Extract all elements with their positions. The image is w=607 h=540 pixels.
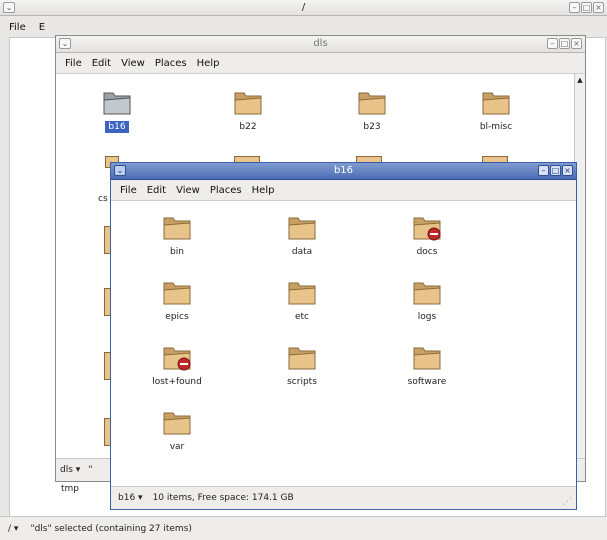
dls-titlebar[interactable]: ⌄ dls – □ × [56, 36, 585, 53]
menu-help[interactable]: Help [197, 58, 220, 69]
menu-edit-partial[interactable]: E [39, 22, 45, 33]
folder-icon [102, 88, 132, 116]
status-text: 10 items, Free space: 174.1 GB [152, 493, 294, 503]
maximize-button[interactable]: □ [559, 38, 570, 49]
location-button[interactable]: / ▾ [8, 524, 18, 534]
root-menubar: File E [0, 17, 607, 37]
folder-item[interactable]: b22 [208, 88, 288, 132]
folder-item[interactable]: lost+found [137, 343, 217, 387]
chevron-down-icon: ▾ [138, 493, 143, 503]
folder-label: logs [417, 312, 437, 322]
folder-icon [357, 88, 387, 116]
folder-label: b22 [239, 122, 257, 132]
menu-view[interactable]: View [176, 185, 200, 196]
minimize-button[interactable]: – [538, 165, 549, 176]
close-button[interactable]: × [593, 2, 604, 13]
folder-item[interactable]: etc [262, 278, 342, 322]
location-button[interactable]: b16 ▾ [118, 493, 143, 503]
location-button[interactable]: dls ▾ [60, 465, 80, 475]
b16-menubar: File Edit View Places Help [111, 180, 576, 201]
close-button[interactable]: × [571, 38, 582, 49]
b16-statusbar: b16 ▾ 10 items, Free space: 174.1 GB ⋰ [111, 486, 576, 509]
folder-label: software [407, 377, 447, 387]
folder-icon [481, 88, 511, 116]
maximize-button[interactable]: □ [550, 165, 561, 176]
dls-menubar: File Edit View Places Help [56, 53, 585, 74]
folder-label-partial: cs [98, 194, 108, 204]
folder-item[interactable]: b23 [332, 88, 412, 132]
folder-label: b16 [105, 121, 129, 133]
folder-item[interactable]: var [137, 408, 217, 452]
b16-titlebar[interactable]: ⌄ b16 – □ × [111, 163, 576, 180]
menu-file[interactable]: File [120, 185, 137, 196]
maximize-button[interactable]: □ [581, 2, 592, 13]
folder-label: lost+found [152, 377, 202, 387]
folder-label: epics [165, 312, 189, 322]
folder-icon [287, 343, 317, 371]
folder-item[interactable]: logs [387, 278, 467, 322]
folder-item[interactable]: bin [137, 213, 217, 257]
folder-label: var [169, 442, 185, 452]
folder-icon [162, 343, 192, 371]
b16-window: ⌄ b16 – □ × File Edit View Places Help b… [110, 162, 577, 510]
folder-label: docs [416, 247, 438, 257]
folder-item[interactable]: docs [387, 213, 467, 257]
window-title: dls [313, 38, 328, 49]
folder-icon [287, 213, 317, 241]
folder-icon [412, 213, 442, 241]
folder-item[interactable]: data [262, 213, 342, 257]
folder-item[interactable]: scripts [262, 343, 342, 387]
status-text: " [88, 465, 93, 475]
folder-item[interactable]: epics [137, 278, 217, 322]
folder-label: tmp [60, 484, 79, 494]
folder-label: scripts [287, 377, 317, 387]
folder-item[interactable]: software [387, 343, 467, 387]
menu-help[interactable]: Help [252, 185, 275, 196]
menu-edit[interactable]: Edit [92, 58, 111, 69]
folder-label: bin [170, 247, 184, 257]
folder-label: b23 [363, 122, 381, 132]
status-text: "dls" selected (containing 27 items) [30, 523, 192, 534]
menu-file[interactable]: File [9, 22, 26, 33]
menu-places[interactable]: Places [210, 185, 242, 196]
folder-icon [412, 278, 442, 306]
folder-label: data [291, 247, 313, 257]
folder-label: bl-misc [479, 122, 513, 132]
folder-icon [412, 343, 442, 371]
folder-icon [233, 88, 263, 116]
folder-item[interactable]: b16 [77, 88, 157, 133]
window-title: / [301, 2, 306, 13]
close-button[interactable]: × [562, 165, 573, 176]
root-titlebar[interactable]: ⌄ / – □ × [0, 0, 607, 16]
resize-grip-icon[interactable]: ⋰ [563, 497, 572, 507]
scroll-up-icon[interactable]: ▲ [575, 76, 585, 84]
menu-view[interactable]: View [121, 58, 145, 69]
root-statusbar: / ▾ "dls" selected (containing 27 items) [0, 516, 607, 540]
folder-icon [162, 408, 192, 436]
minimize-button[interactable]: – [547, 38, 558, 49]
folder-icon [287, 278, 317, 306]
minimize-button[interactable]: – [569, 2, 580, 13]
folder-icon [162, 213, 192, 241]
chevron-down-icon: ▾ [75, 465, 81, 475]
folder-icon [162, 278, 192, 306]
window-title: b16 [333, 165, 354, 176]
chevron-down-icon: ▾ [13, 523, 19, 534]
menu-places[interactable]: Places [155, 58, 187, 69]
folder-label: etc [294, 312, 309, 322]
menu-file[interactable]: File [65, 58, 82, 69]
menu-edit[interactable]: Edit [147, 185, 166, 196]
folder-item[interactable]: bl-misc [456, 88, 536, 132]
